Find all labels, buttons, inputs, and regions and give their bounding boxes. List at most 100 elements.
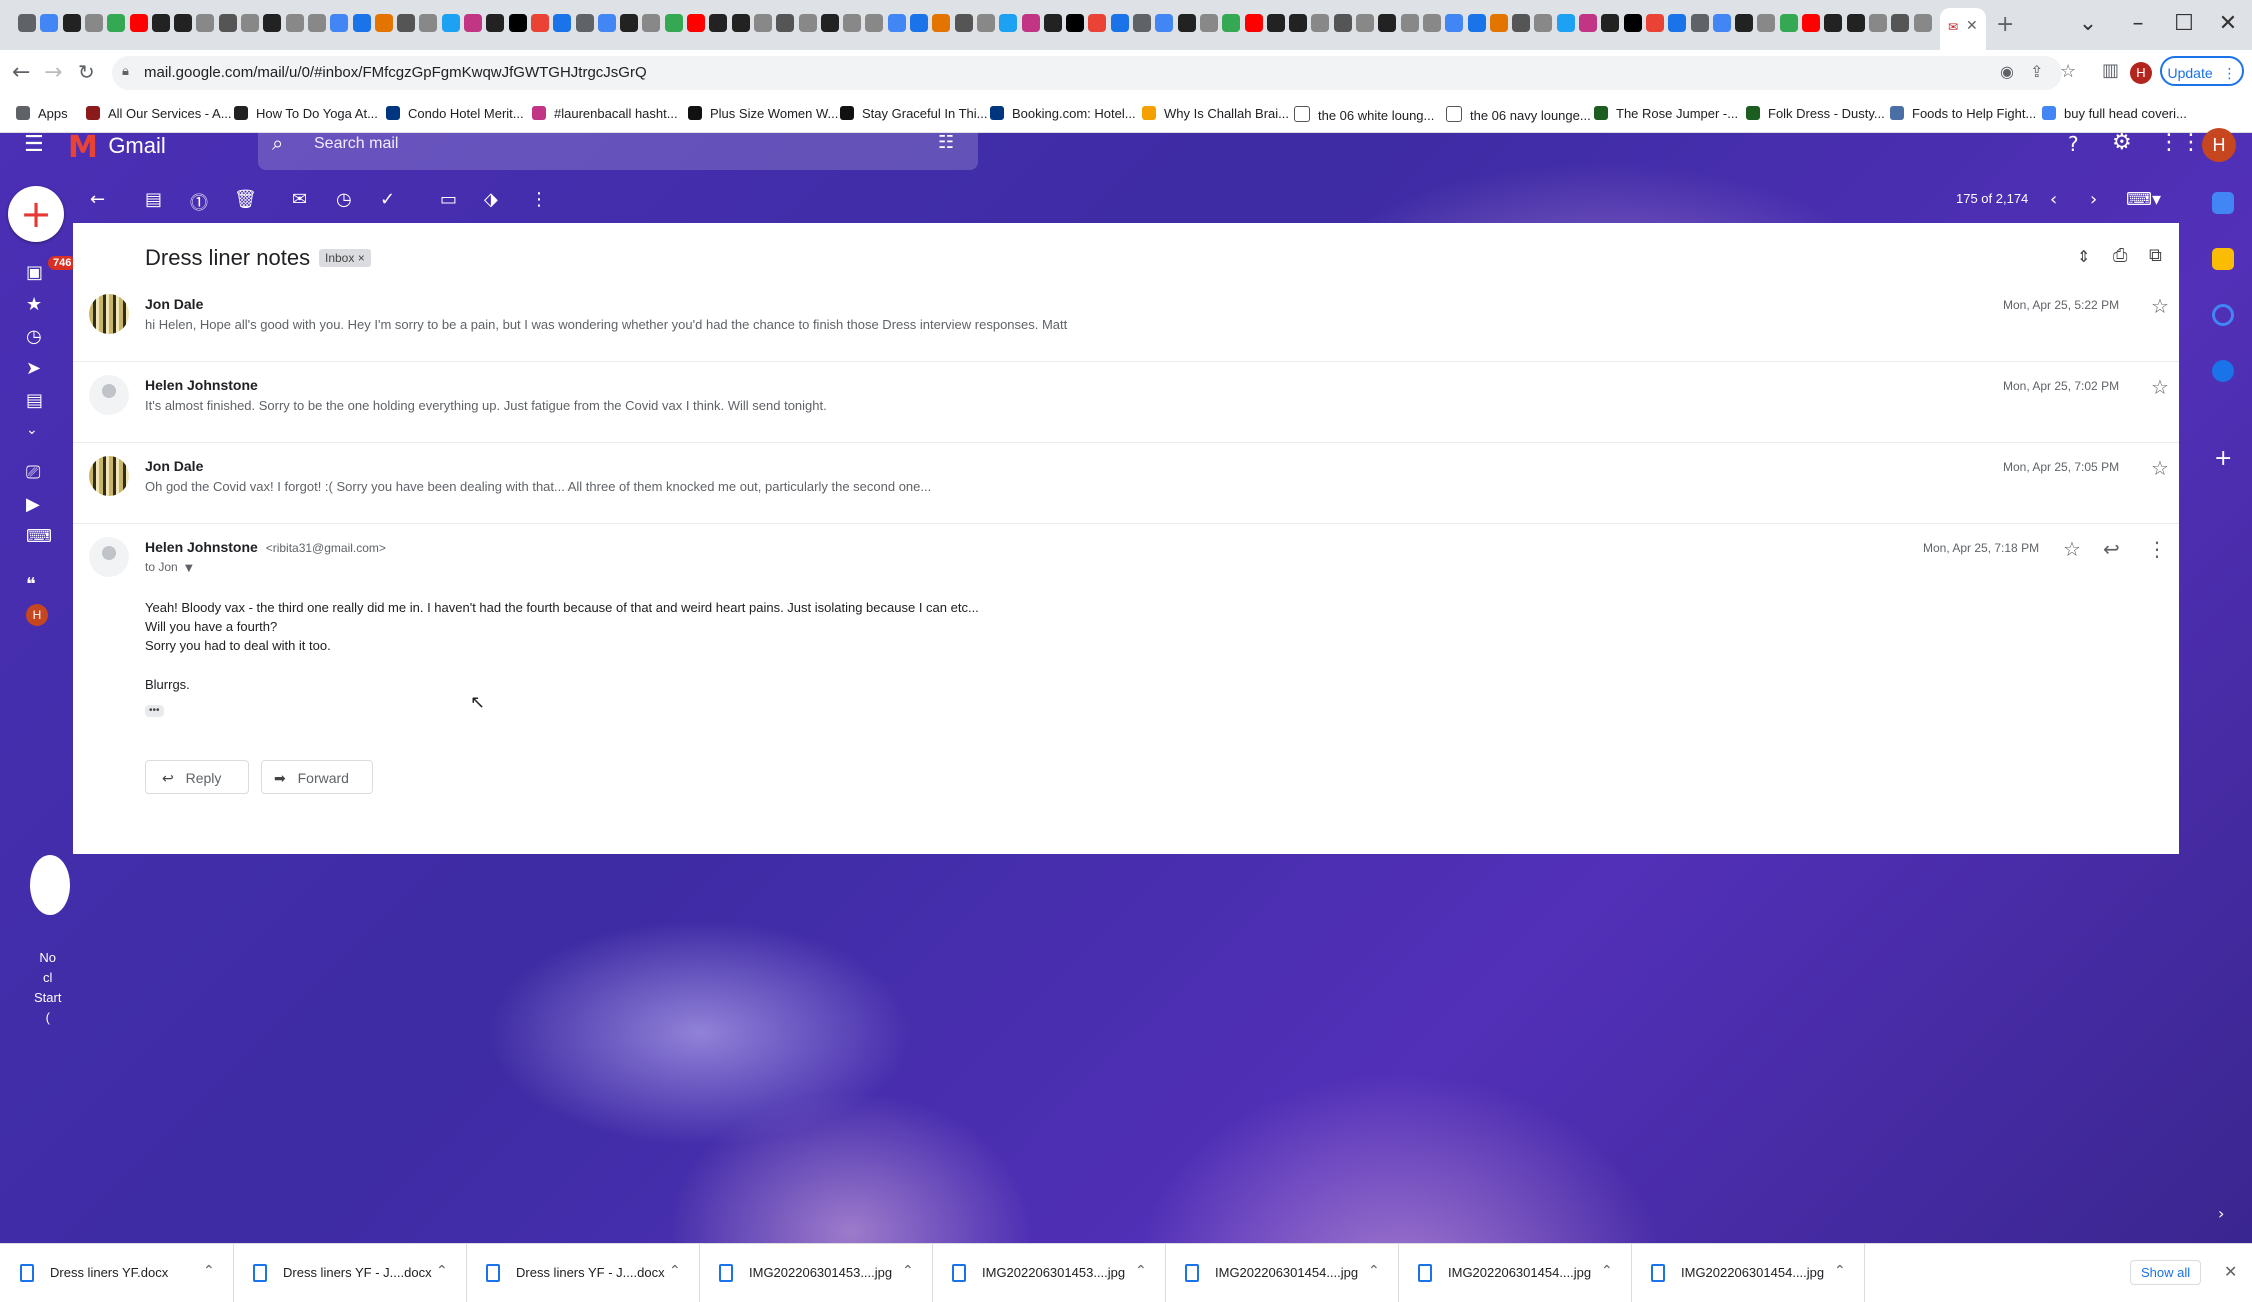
snooze-icon[interactable]: ◷ <box>336 189 352 210</box>
address-bar[interactable]: 🔒︎ mail.google.com/mail/u/0/#inbox/FMfcg… <box>112 56 2076 90</box>
keep-icon[interactable] <box>2212 248 2234 270</box>
download-item[interactable]: IMG202206301454....jpg ⌃ <box>1398 1244 1632 1302</box>
download-item[interactable]: Dress liners YF - J....docx ⌃ <box>466 1244 700 1302</box>
tab-close-icon[interactable]: ✕ <box>1966 18 1978 34</box>
tab-favicon-icon[interactable] <box>575 14 594 32</box>
forward-arrow-icon[interactable]: → <box>44 60 62 85</box>
tab-favicon-icon[interactable] <box>1824 14 1843 32</box>
details-dropdown-icon[interactable]: ▼ <box>185 563 193 574</box>
mark-unread-icon[interactable]: ✉ <box>292 189 307 210</box>
tab-favicon-icon[interactable] <box>1333 14 1352 32</box>
minimize-button[interactable]: – <box>2118 8 2158 40</box>
download-item[interactable]: IMG202206301453....jpg ⌃ <box>699 1244 933 1302</box>
tab-favicon-icon[interactable] <box>1489 14 1508 32</box>
bookmark-item[interactable]: Folk Dress - Dusty... <box>1746 106 1885 121</box>
tab-favicon-icon[interactable] <box>218 14 237 32</box>
new-window-icon[interactable]: ⧉ <box>2149 245 2162 266</box>
video-icon[interactable]: ▶ <box>26 494 40 515</box>
tab-favicon-icon[interactable] <box>999 14 1018 32</box>
tab-favicon-icon[interactable] <box>1891 14 1910 32</box>
apps-grid-icon[interactable]: ⋮⋮ <box>2158 130 2202 155</box>
tab-favicon-icon[interactable] <box>241 14 259 32</box>
input-tools-icon[interactable]: ⌨▾ <box>2126 189 2161 210</box>
tab-favicon-icon[interactable] <box>1177 14 1196 32</box>
tab-favicon-icon[interactable] <box>642 14 661 32</box>
tab-favicon-icon[interactable] <box>1110 14 1129 32</box>
inbox-icon[interactable]: ▣ <box>26 262 43 283</box>
show-all-downloads-button[interactable]: Show all <box>2130 1260 2202 1285</box>
tab-favicon-icon[interactable] <box>1289 14 1308 32</box>
more-options-icon[interactable]: ⋮ <box>2147 537 2167 561</box>
tab-favicon-icon[interactable] <box>664 14 683 32</box>
download-item[interactable]: IMG202206301454....jpg ⌃ <box>1165 1244 1399 1302</box>
tab-favicon-icon[interactable] <box>397 14 416 32</box>
share-icon[interactable]: ⇪ <box>2030 62 2043 81</box>
bookmark-item[interactable]: buy full head coveri... <box>2042 106 2187 121</box>
back-arrow-icon[interactable]: ← <box>12 60 30 85</box>
download-options-chevron-icon[interactable]: ⌃ <box>436 1263 448 1279</box>
star-icon[interactable]: ☆ <box>2151 456 2169 480</box>
tab-favicon-icon[interactable] <box>486 14 505 32</box>
search-bar[interactable]: ⌕ Search mail ☷ <box>258 120 978 170</box>
help-icon[interactable]: ? <box>2068 132 2079 156</box>
url-text[interactable]: mail.google.com/mail/u/0/#inbox/FMfcgzGp… <box>144 64 647 81</box>
bookmark-item[interactable]: Booking.com: Hotel... <box>990 106 1136 121</box>
tab-favicon-icon[interactable] <box>1021 14 1040 32</box>
tab-favicon-icon[interactable] <box>62 14 81 32</box>
tab-favicon-icon[interactable] <box>1155 14 1174 32</box>
tab-favicon-icon[interactable] <box>776 14 795 32</box>
tab-favicon-icon[interactable] <box>530 14 549 32</box>
download-item[interactable]: Dress liners YF - J....docx ⌃ <box>233 1244 467 1302</box>
tab-favicon-icon[interactable] <box>798 14 817 32</box>
hangouts-bubble[interactable] <box>30 855 70 915</box>
bookmark-item[interactable]: #laurenbacall hasht... <box>532 106 678 121</box>
tab-favicon-icon[interactable] <box>1422 14 1441 32</box>
download-options-chevron-icon[interactable]: ⌃ <box>902 1263 914 1279</box>
tab-favicon-icon[interactable] <box>709 14 728 32</box>
search-options-icon[interactable]: ☷ <box>938 132 954 153</box>
tab-favicon-icon[interactable] <box>1868 14 1887 32</box>
tab-favicon-icon[interactable] <box>1266 14 1285 32</box>
print-icon[interactable]: ⎙ <box>2113 245 2127 266</box>
bookmark-item[interactable]: Stay Graceful In Thi... <box>840 106 987 121</box>
bookmark-item[interactable]: the 06 navy lounge... <box>1446 106 1591 123</box>
newer-chevron-icon[interactable]: ‹ <box>2050 189 2057 210</box>
reply-button[interactable]: ↩ Reply <box>145 760 249 794</box>
update-button[interactable]: Update ⋮ <box>2160 56 2244 86</box>
tab-favicon-icon[interactable] <box>1712 14 1731 32</box>
tab-favicon-icon[interactable] <box>330 14 349 32</box>
snoozed-icon[interactable]: ◷ <box>26 326 42 347</box>
tab-favicon-icon[interactable] <box>1913 14 1932 32</box>
keyboard-icon[interactable]: ⌨ <box>26 526 52 547</box>
star-icon[interactable]: ☆ <box>2151 375 2169 399</box>
tab-favicon-icon[interactable] <box>151 14 170 32</box>
gmail-logo[interactable]: M Gmail <box>68 130 166 165</box>
tab-favicon-icon[interactable] <box>1668 14 1687 32</box>
tab-favicon-icon[interactable] <box>263 14 282 32</box>
tab-favicon-icon[interactable] <box>1199 14 1218 32</box>
tab-favicon-icon[interactable] <box>887 14 906 32</box>
collapsed-message[interactable]: Jon Dale hi Helen, Hope all's good with … <box>73 280 2179 362</box>
archive-icon[interactable]: ▤ <box>145 189 162 210</box>
collapsed-message[interactable]: Helen Johnstone It's almost finished. So… <box>73 361 2179 443</box>
bookmark-item[interactable]: Why Is Challah Brai... <box>1142 106 1289 121</box>
tab-favicon-icon[interactable] <box>1088 14 1107 32</box>
reload-icon[interactable]: ↻ <box>78 60 95 84</box>
tab-favicon-icon[interactable] <box>1579 14 1597 32</box>
tab-favicon-icon[interactable] <box>1534 14 1553 32</box>
download-options-chevron-icon[interactable]: ⌃ <box>203 1263 215 1279</box>
recipient-line[interactable]: to Jon ▼ <box>145 560 193 574</box>
download-options-chevron-icon[interactable]: ⌃ <box>669 1263 681 1279</box>
tab-favicon-icon[interactable] <box>954 14 973 32</box>
bookmark-item[interactable]: Condo Hotel Merit... <box>386 106 524 121</box>
tab-favicon-icon[interactable] <box>18 14 36 32</box>
sender-name[interactable]: Helen Johnstone <box>145 539 258 555</box>
tasks-icon[interactable] <box>2212 304 2234 326</box>
tab-favicon-icon[interactable] <box>1623 14 1642 32</box>
tab-favicon-icon[interactable] <box>753 14 772 32</box>
tab-favicon-icon[interactable] <box>129 14 148 32</box>
download-options-chevron-icon[interactable]: ⌃ <box>1135 1263 1147 1279</box>
tab-favicon-icon[interactable] <box>1467 14 1486 32</box>
label-icon[interactable]: ⬗ <box>484 189 498 210</box>
download-options-chevron-icon[interactable]: ⌃ <box>1601 1263 1613 1279</box>
